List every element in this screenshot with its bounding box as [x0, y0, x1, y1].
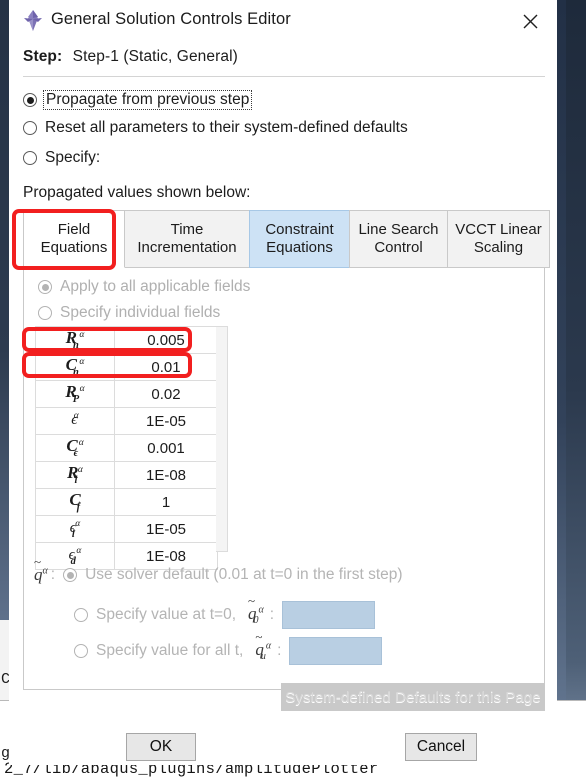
parameter-symbol: Cϵα [35, 434, 115, 462]
tab-label-line2: Control [374, 239, 423, 256]
radio-label: Specify value for all t, [96, 642, 244, 659]
q-alpha-u-colon: : [277, 642, 282, 659]
table-row[interactable]: ϵα 1E-05 [35, 407, 218, 435]
radio-propagate-from-previous-step[interactable]: Propagate from previous step [23, 89, 253, 111]
table-row[interactable]: Cnα 0.01 [35, 353, 218, 381]
parameter-symbol: Cnα [35, 353, 115, 381]
radio-indicator [23, 93, 37, 107]
parameter-value[interactable]: 1 [114, 488, 218, 516]
field-equations-panel: Apply to all applicable fields Specify i… [23, 268, 545, 690]
radio-label: Specify value at t=0, [96, 606, 237, 623]
radio-indicator [63, 568, 78, 582]
desktop-background-right [566, 0, 586, 779]
radio-indicator [74, 608, 88, 622]
parameter-value[interactable]: 1E-05 [114, 407, 218, 435]
tab-constraint-equations[interactable]: Constraint Equations [249, 210, 350, 268]
parameter-symbol: Cf [35, 488, 115, 516]
table-scrollbar[interactable] [216, 326, 228, 552]
focus-outline: Propagate from previous step [43, 90, 253, 110]
parameter-value[interactable]: 0.001 [114, 434, 218, 462]
dialog-title: General Solution Controls Editor [51, 10, 291, 28]
tab-field-equations[interactable]: Field Equations [23, 210, 125, 268]
tab-line-search-control[interactable]: Line Search Control [349, 210, 448, 268]
step-info: Step: Step-1 (Static, General) [23, 48, 238, 66]
q-alpha-0-symbol: q0α [248, 593, 264, 626]
table-row[interactable]: Cϵα 0.001 [35, 434, 218, 462]
general-solution-controls-dialog: General Solution Controls Editor Step: S… [9, 0, 557, 765]
table-row[interactable]: Rnα 0.005 [35, 326, 218, 354]
step-value: Step-1 (Static, General) [72, 48, 238, 65]
parameter-symbol: ϵα [35, 407, 115, 435]
radio-apply-to-all-fields[interactable]: Apply to all applicable fields [38, 278, 250, 296]
radio-indicator [23, 151, 37, 165]
tab-label-line1: Constraint [265, 221, 334, 238]
q-alpha-specify-all-t-row[interactable]: Specify value for all t, quα : [74, 629, 383, 665]
divider-under-step [23, 76, 545, 77]
close-icon[interactable] [509, 6, 551, 36]
tab-label-line1: Line Search [358, 221, 439, 238]
radio-indicator [38, 280, 52, 294]
radio-label: Specify: [45, 149, 101, 166]
desktop-background-right-inner [557, 0, 566, 700]
radio-specify-individual-fields[interactable]: Specify individual fields [38, 304, 220, 322]
radio-indicator [38, 306, 52, 320]
table-row[interactable]: ϵlα 1E-05 [35, 515, 218, 543]
dialog-titlebar: General Solution Controls Editor [9, 0, 557, 41]
q-alpha-u-symbol: quα [255, 629, 271, 662]
radio-label: Use solver default (0.01 at t=0 in the f… [85, 566, 403, 583]
radio-label: Propagate from previous step [46, 91, 250, 108]
table-row[interactable]: Rlα 1E-08 [35, 461, 218, 489]
tab-label-line2: Scaling [473, 239, 524, 256]
radio-label: Reset all parameters to their system-def… [45, 119, 408, 136]
radio-indicator [74, 644, 88, 658]
radio-specify[interactable]: Specify: [23, 147, 100, 169]
abaqus-diamond-icon [22, 9, 44, 32]
q-alpha-solver-default-row[interactable]: qα : Use solver default (0.01 at t=0 in … [34, 554, 403, 585]
system-defined-defaults-button[interactable]: System-defined Defaults for this Page [281, 683, 545, 711]
q-alpha-specify-at-t0-row[interactable]: Specify value at t=0, q0α : [74, 593, 376, 629]
ok-button[interactable]: OK [126, 733, 196, 761]
screen: C g 2_7/lib/abaqus_plugins/amplitudePlot… [0, 0, 586, 779]
step-label: Step: [23, 48, 63, 65]
radio-label: Apply to all applicable fields [60, 278, 251, 295]
table-row[interactable]: Cf 1 [35, 488, 218, 516]
radio-reset-all-parameters[interactable]: Reset all parameters to their system-def… [23, 117, 408, 139]
q-alpha-0-colon: : [269, 606, 275, 623]
tab-time-incrementation[interactable]: Time Incrementation [124, 210, 250, 268]
tab-label-line1: VCCT Linear [455, 221, 542, 238]
parameter-symbol: RPα [35, 380, 115, 408]
parameter-symbol: Rlα [35, 461, 115, 489]
propagated-values-note: Propagated values shown below: [23, 184, 251, 201]
radio-label: Specify individual fields [60, 304, 221, 321]
parameter-value[interactable]: 0.005 [114, 326, 218, 354]
parameter-value[interactable]: 0.02 [114, 380, 218, 408]
cancel-button[interactable]: Cancel [405, 733, 477, 761]
field-equations-parameter-table[interactable]: Rnα 0.005 Cnα 0.01 RPα 0.02 ϵα 1E-05 Cϵα… [35, 326, 218, 570]
tab-label-line1: Time [170, 221, 204, 238]
q-alpha-u-input[interactable] [289, 637, 383, 665]
table-row[interactable]: RPα 0.02 [35, 380, 218, 408]
parameter-value[interactable]: 1E-05 [114, 515, 218, 543]
tab-label-line1: Field [57, 221, 91, 238]
parameter-symbol: Rnα [35, 326, 115, 354]
tab-label-line2: Equations [266, 239, 333, 256]
q-alpha-colon: : [50, 566, 56, 583]
q-alpha-symbol: qα [34, 554, 48, 585]
q-alpha-0-input[interactable] [282, 601, 376, 629]
tab-bar: Field Equations Time Incrementation Cons… [23, 210, 550, 269]
parameter-symbol: ϵlα [35, 515, 115, 543]
tab-label-line2: Equations [40, 239, 108, 256]
parameter-value[interactable]: 1E-08 [114, 461, 218, 489]
radio-indicator [23, 121, 37, 135]
tab-vcct-linear-scaling[interactable]: VCCT Linear Scaling [447, 210, 550, 268]
tab-label-line2: Incrementation [137, 239, 237, 256]
parameter-value[interactable]: 0.01 [114, 353, 218, 381]
